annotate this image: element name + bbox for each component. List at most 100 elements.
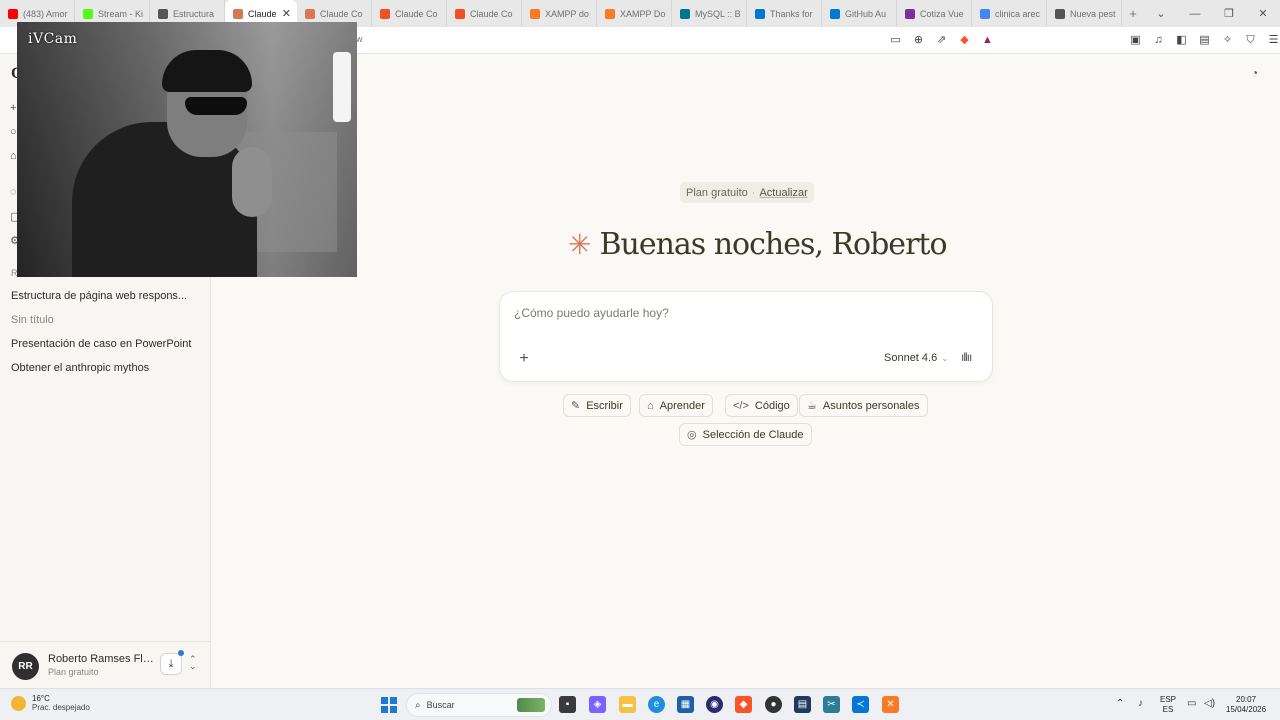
- sql-server-icon[interactable]: ▤: [794, 696, 811, 713]
- webcam-person-hand: [232, 147, 272, 217]
- recent-chat-item[interactable]: Obtener el anthropic mythos: [11, 362, 201, 374]
- browser-tab[interactable]: Nueva pest: [1047, 0, 1122, 27]
- upgrade-link[interactable]: Actualizar: [759, 187, 807, 199]
- clock[interactable]: 20:07 15/04/2026: [1226, 695, 1266, 715]
- tab-label: Nueva pest: [1070, 8, 1116, 19]
- close-window-button[interactable]: ✕: [1246, 7, 1280, 20]
- media-icon[interactable]: ♫: [1151, 31, 1166, 49]
- tab-label: Claude Co: [320, 8, 363, 19]
- minimize-button[interactable]: —: [1178, 8, 1212, 20]
- webcam-overlay[interactable]: iVCam: [17, 22, 357, 277]
- tab-label: (483) Amor: [23, 8, 68, 19]
- close-tab-icon[interactable]: ✕: [282, 7, 291, 20]
- menu-icon[interactable]: ☰: [1266, 31, 1280, 49]
- xampp-icon[interactable]: ✕: [882, 696, 899, 713]
- leo-ai-icon[interactable]: ✧: [1220, 31, 1235, 49]
- user-menu[interactable]: RR Roberto Ramses Flo... Plan gratuito ⤓…: [0, 641, 211, 688]
- browser-tab[interactable]: Thanks for: [747, 0, 822, 27]
- recent-chat-item[interactable]: Sin título: [11, 314, 201, 326]
- pencil-icon: ✎: [571, 400, 581, 412]
- browser-tab[interactable]: Claude Co: [372, 0, 447, 27]
- browser-tab[interactable]: GitHub Au: [822, 0, 897, 27]
- microsoft-store-icon[interactable]: ▦: [677, 696, 694, 713]
- new-tab-button[interactable]: +: [1122, 6, 1144, 21]
- greeting: ✳ Buenas noches, Roberto: [568, 227, 948, 262]
- chip-label: Asuntos personales: [822, 399, 920, 412]
- tab-label: Stream - Ki: [98, 8, 144, 19]
- brave-rewards-icon[interactable]: ▲: [980, 31, 995, 49]
- volume-icon[interactable]: ◁): [1204, 698, 1215, 709]
- share-icon[interactable]: ⇗: [934, 31, 949, 49]
- obs-icon[interactable]: ◉: [706, 696, 723, 713]
- wallet-icon[interactable]: ▤: [1197, 31, 1212, 49]
- microphone-icon[interactable]: ♪: [1138, 698, 1143, 709]
- chip-label: Selección de Claude: [702, 428, 804, 441]
- snipping-tool-icon[interactable]: ✂: [823, 696, 840, 713]
- tab-label: MySQL :: B: [695, 8, 741, 19]
- lightbulb-icon: ◎: [687, 429, 697, 441]
- browser-tab[interactable]: XAMPP do: [522, 0, 597, 27]
- plan-separator: ·: [751, 186, 756, 199]
- recent-chat-item[interactable]: Estructura de página web respons...: [11, 290, 201, 302]
- file-explorer-icon[interactable]: ▬: [619, 696, 636, 713]
- brave-icon[interactable]: ◆: [735, 696, 752, 713]
- tab-favicon-icon: [755, 8, 765, 19]
- maximize-button[interactable]: ❐: [1212, 7, 1246, 20]
- webcam-person-hair: [162, 50, 252, 92]
- model-selector[interactable]: Sonnet 4.6 ⌄: [884, 352, 948, 364]
- tab-favicon-icon: [305, 8, 315, 19]
- browser-tab[interactable]: XAMPP Do: [597, 0, 672, 27]
- user-plan: Plan gratuito: [48, 667, 99, 677]
- zoom-icon[interactable]: ⊕: [911, 31, 926, 49]
- taskbar-search[interactable]: ⌕ Buscar: [406, 693, 552, 717]
- search-icon[interactable]: ○: [10, 126, 17, 138]
- tab-label: GitHub Au: [845, 8, 887, 19]
- chip-codigo[interactable]: </> Código: [725, 394, 798, 417]
- tab-favicon-icon: [530, 8, 540, 19]
- chip-aprender[interactable]: ⌂ Aprender: [639, 394, 713, 417]
- chip-asuntos-personales[interactable]: ☕ Asuntos personales: [799, 394, 928, 417]
- browser-tab[interactable]: MySQL :: B: [672, 0, 747, 27]
- tab-label: Cotiza Vue: [920, 8, 964, 19]
- tab-favicon-icon: [233, 8, 243, 19]
- edge-icon[interactable]: e: [648, 696, 665, 713]
- plan-label: Plan gratuito: [686, 186, 748, 199]
- voice-mode-icon[interactable]: ıllıı: [961, 350, 972, 364]
- chip-escribir[interactable]: ✎ Escribir: [563, 394, 631, 417]
- windows-start-icon[interactable]: [381, 697, 397, 713]
- recent-chat-item[interactable]: Presentación de caso en PowerPoint: [11, 338, 201, 350]
- github-desktop-icon[interactable]: ●: [765, 696, 782, 713]
- language-indicator[interactable]: ESP ES: [1160, 695, 1176, 715]
- tab-search-icon[interactable]: ⌄: [1144, 7, 1178, 20]
- network-icon[interactable]: ▭: [1187, 698, 1196, 709]
- browser-tab[interactable]: clinica arec: [972, 0, 1047, 27]
- brave-shields-icon[interactable]: ◆: [957, 31, 972, 49]
- prompt-input[interactable]: [514, 306, 974, 320]
- chats-icon[interactable]: ◌: [10, 186, 17, 198]
- model-name: Sonnet 4.6: [884, 352, 938, 364]
- chat-composer: + Sonnet 4.6 ⌄ ıllıı: [499, 291, 993, 382]
- browser-tab[interactable]: Claude Co: [447, 0, 522, 27]
- cast-icon[interactable]: ▭: [888, 31, 903, 49]
- tab-favicon-icon: [980, 8, 990, 19]
- vpn-icon[interactable]: ⛉: [1243, 31, 1258, 49]
- add-attachment-button[interactable]: +: [514, 349, 534, 369]
- sidebar-toggle-icon[interactable]: ◧: [1174, 31, 1189, 49]
- tab-label: Thanks for: [770, 8, 813, 19]
- chip-seleccion-de-claude[interactable]: ◎ Selección de Claude: [679, 423, 812, 446]
- task-view-icon[interactable]: ▪: [559, 696, 576, 713]
- weather-widget[interactable]: 16°C Prac. despejado: [11, 694, 90, 712]
- browser-tab[interactable]: Cotiza Vue: [897, 0, 972, 27]
- tab-label: Claude Co: [470, 8, 513, 19]
- tab-groups-icon[interactable]: ▣: [1128, 31, 1143, 49]
- copilot-icon[interactable]: ◈: [589, 696, 606, 713]
- chevron-up-down-icon[interactable]: ⌃ ⌄: [189, 655, 197, 671]
- download-app-button[interactable]: ⤓: [160, 653, 182, 675]
- weather-desc: Prac. despejado: [32, 703, 90, 712]
- tray-overflow-icon[interactable]: ⌃: [1116, 698, 1124, 709]
- customize-icon[interactable]: ⌂: [10, 150, 17, 162]
- weather-icon: [11, 695, 26, 711]
- vscode-icon[interactable]: ≺: [852, 696, 869, 713]
- incognito-chat-icon[interactable]: ◔: [1251, 66, 1258, 80]
- new-chat-icon[interactable]: +: [10, 102, 16, 114]
